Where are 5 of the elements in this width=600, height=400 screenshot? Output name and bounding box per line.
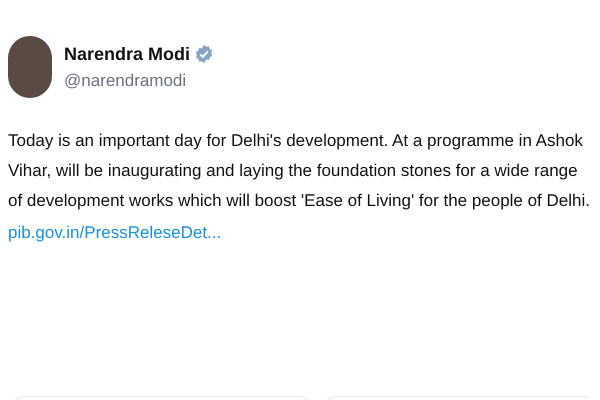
avatar-placeholder[interactable] bbox=[8, 36, 52, 98]
post-link[interactable]: pib.gov.in/PressReleseDet... bbox=[8, 220, 592, 246]
post-text: Today is an important day for Delhi's development. At a programme in Ashok Vihar, will be inaugurating and laying the foundation stones for a wide range of development works which will boost 'Ease of Living' for the people of Delhi. bbox=[8, 130, 591, 212]
author-handle[interactable]: @narendramodi bbox=[64, 68, 214, 94]
author-name[interactable]: Narendra Modi bbox=[64, 40, 190, 68]
